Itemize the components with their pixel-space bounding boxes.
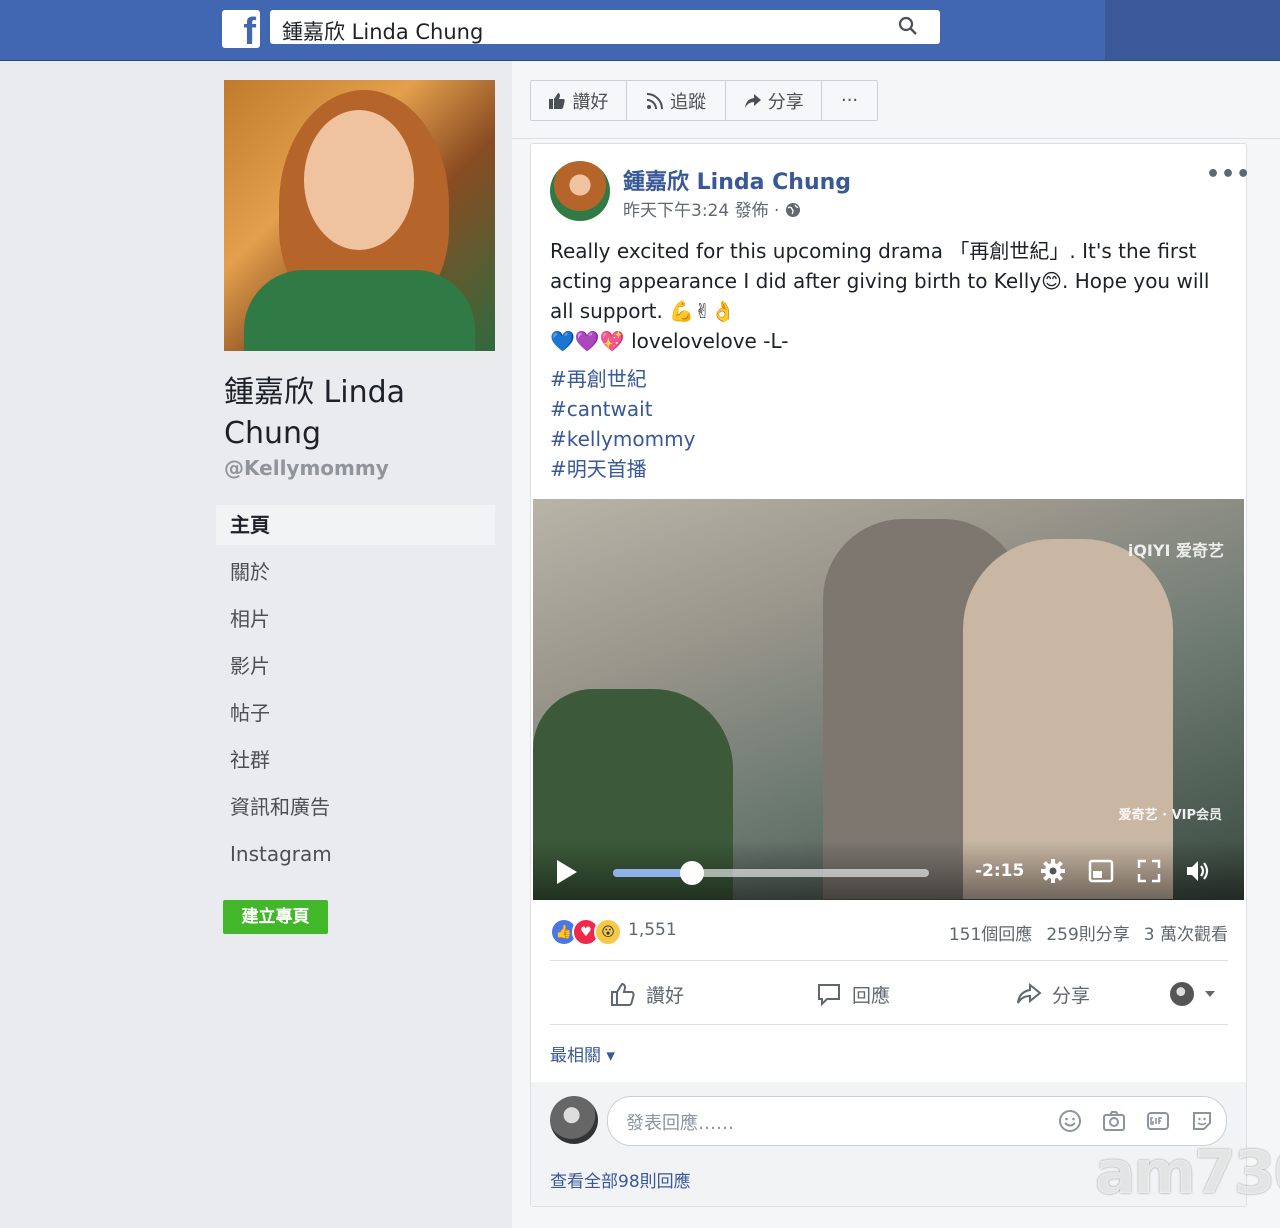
post-options-icon[interactable]: ••• (1206, 162, 1251, 187)
nav-item-instagram[interactable]: Instagram (216, 834, 495, 881)
user-avatar[interactable] (550, 1096, 598, 1144)
thumbs-up-icon (549, 92, 566, 109)
facebook-logo-icon[interactable]: f (222, 10, 260, 53)
like-button[interactable]: 讚好 (610, 981, 684, 1008)
vip-label: 爱奇艺 · VIP会员 (1118, 808, 1222, 823)
nav-item-about[interactable]: 關於 (216, 552, 495, 599)
comment-label: 回應 (852, 984, 891, 1007)
sticker-icon[interactable] (1190, 1109, 1214, 1133)
wow-reaction-icon: 😮 (594, 918, 622, 946)
comment-bubble-icon (818, 984, 840, 1007)
search-icon[interactable] (898, 16, 918, 36)
share-arrow-icon (744, 93, 761, 108)
hashtag-link[interactable]: #再創世紀 (550, 364, 695, 394)
view-all-comments-link[interactable]: 查看全部98則回應 (550, 1167, 691, 1192)
share-button[interactable]: 分享 (1016, 981, 1090, 1008)
like-page-label: 讚好 (572, 91, 609, 113)
views-count: 3 萬次觀看 (1143, 925, 1228, 945)
video-controls: -2:15 (533, 840, 1244, 900)
nav-item-community[interactable]: 社群 (216, 740, 495, 787)
divider (550, 1024, 1228, 1025)
page-title: 鍾嘉欣 Linda Chung (224, 375, 406, 451)
topbar-right-area (1105, 0, 1280, 60)
post-as-selector[interactable] (1170, 982, 1216, 1006)
iqiyi-watermark: iQIYI 爱奇艺 (1127, 541, 1224, 560)
follow-page-button[interactable]: 追蹤 (627, 81, 727, 120)
page-action-bar: 讚好 追蹤 分享 ··· (530, 80, 878, 121)
post-stats: 👍 ♥ 😮 1,551 151個回應 259則分享 3 萬次觀看 (550, 918, 1228, 946)
page-nav: 主頁 關於 相片 影片 帖子 社群 資訊和廣告 Instagram (216, 505, 495, 881)
divider (512, 138, 1280, 139)
hashtag-link[interactable]: #kellymommy (550, 424, 695, 454)
engagement-stats: 151個回應 259則分享 3 萬次觀看 (949, 920, 1228, 945)
share-page-label: 分享 (767, 91, 804, 113)
video-progress-bar[interactable] (613, 861, 929, 885)
reaction-count[interactable]: 1,551 (628, 920, 677, 940)
share-page-button[interactable]: 分享 (726, 81, 823, 120)
like-page-button[interactable]: 讚好 (531, 81, 627, 120)
top-navigation-bar: f 鍾嘉欣 Linda Chung (0, 0, 1280, 61)
site-watermark: am730 (1095, 1138, 1280, 1208)
author-avatar[interactable] (550, 161, 610, 221)
page-handle[interactable]: @Kellymommy (224, 456, 389, 480)
play-icon[interactable] (557, 860, 577, 884)
post-author[interactable]: 鍾嘉欣 Linda Chung (623, 164, 851, 196)
caret-down-icon (1205, 991, 1215, 997)
comment-button[interactable]: 回應 (816, 981, 890, 1008)
post-body: Really excited for this upcoming drama 「… (550, 236, 1230, 356)
video-progress-handle[interactable] (680, 861, 704, 885)
volume-icon[interactable] (1184, 858, 1210, 884)
nav-item-posts[interactable]: 帖子 (216, 693, 495, 740)
profile-picture[interactable] (224, 80, 495, 351)
globe-icon (785, 203, 800, 217)
follow-page-label: 追蹤 (670, 91, 707, 113)
comments-count[interactable]: 151個回應 (949, 920, 1032, 945)
timestamp-text: 昨天下午3:24 發佈 · (623, 201, 780, 221)
shares-count[interactable]: 259則分享 (1046, 920, 1129, 945)
post-action-row: 讚好 回應 分享 (550, 974, 1228, 1014)
reaction-icons[interactable]: 👍 ♥ 😮 (550, 918, 622, 946)
create-page-button[interactable]: 建立專頁 (223, 900, 328, 934)
thumbs-up-icon (611, 982, 635, 1006)
video-time-remaining: -2:15 (975, 861, 1025, 881)
gear-icon[interactable] (1040, 858, 1066, 884)
comment-sort-dropdown[interactable]: 最相關 ▾ (550, 1041, 615, 1066)
nav-item-videos[interactable]: 影片 (216, 646, 495, 693)
gif-icon[interactable] (1146, 1109, 1170, 1133)
picture-in-picture-icon[interactable] (1088, 858, 1114, 884)
comment-placeholder: 發表回應…… (626, 1113, 734, 1134)
nav-item-info-ads[interactable]: 資訊和廣告 (216, 787, 495, 834)
post-card: 鍾嘉欣 Linda Chung 昨天下午3:24 發佈 · ••• Really… (530, 143, 1250, 1207)
more-options-label: ··· (840, 90, 859, 111)
small-avatar (1170, 982, 1194, 1006)
nav-item-home[interactable]: 主頁 (216, 505, 495, 545)
post-text-main: Really excited for this upcoming drama 「… (550, 239, 1210, 323)
emoji-icon[interactable] (1058, 1109, 1082, 1133)
comment-tools (1058, 1109, 1214, 1133)
post-timestamp[interactable]: 昨天下午3:24 發佈 · (623, 196, 801, 221)
divider (550, 960, 1228, 961)
nav-item-photos[interactable]: 相片 (216, 599, 495, 646)
post-text-love: 💙💜💖 lovelovelove -L- (550, 329, 789, 353)
share-label: 分享 (1052, 984, 1091, 1007)
hashtag-link[interactable]: #明天首播 (550, 454, 695, 484)
video-player[interactable]: iQIYI 爱奇艺 爱奇艺 · VIP会员 -2:15 (533, 499, 1244, 900)
share-arrow-icon (1017, 982, 1042, 1004)
search-input[interactable]: 鍾嘉欣 Linda Chung (282, 16, 483, 46)
camera-icon[interactable] (1102, 1109, 1126, 1133)
hashtag-link[interactable]: #cantwait (550, 394, 695, 424)
fullscreen-icon[interactable] (1136, 858, 1162, 884)
rss-icon (646, 92, 664, 109)
more-options-button[interactable]: ··· (822, 81, 877, 120)
search-bar[interactable]: 鍾嘉欣 Linda Chung (270, 10, 940, 44)
hashtag-list: #再創世紀 #cantwait #kellymommy #明天首播 (550, 364, 695, 484)
like-label: 讚好 (646, 984, 685, 1007)
